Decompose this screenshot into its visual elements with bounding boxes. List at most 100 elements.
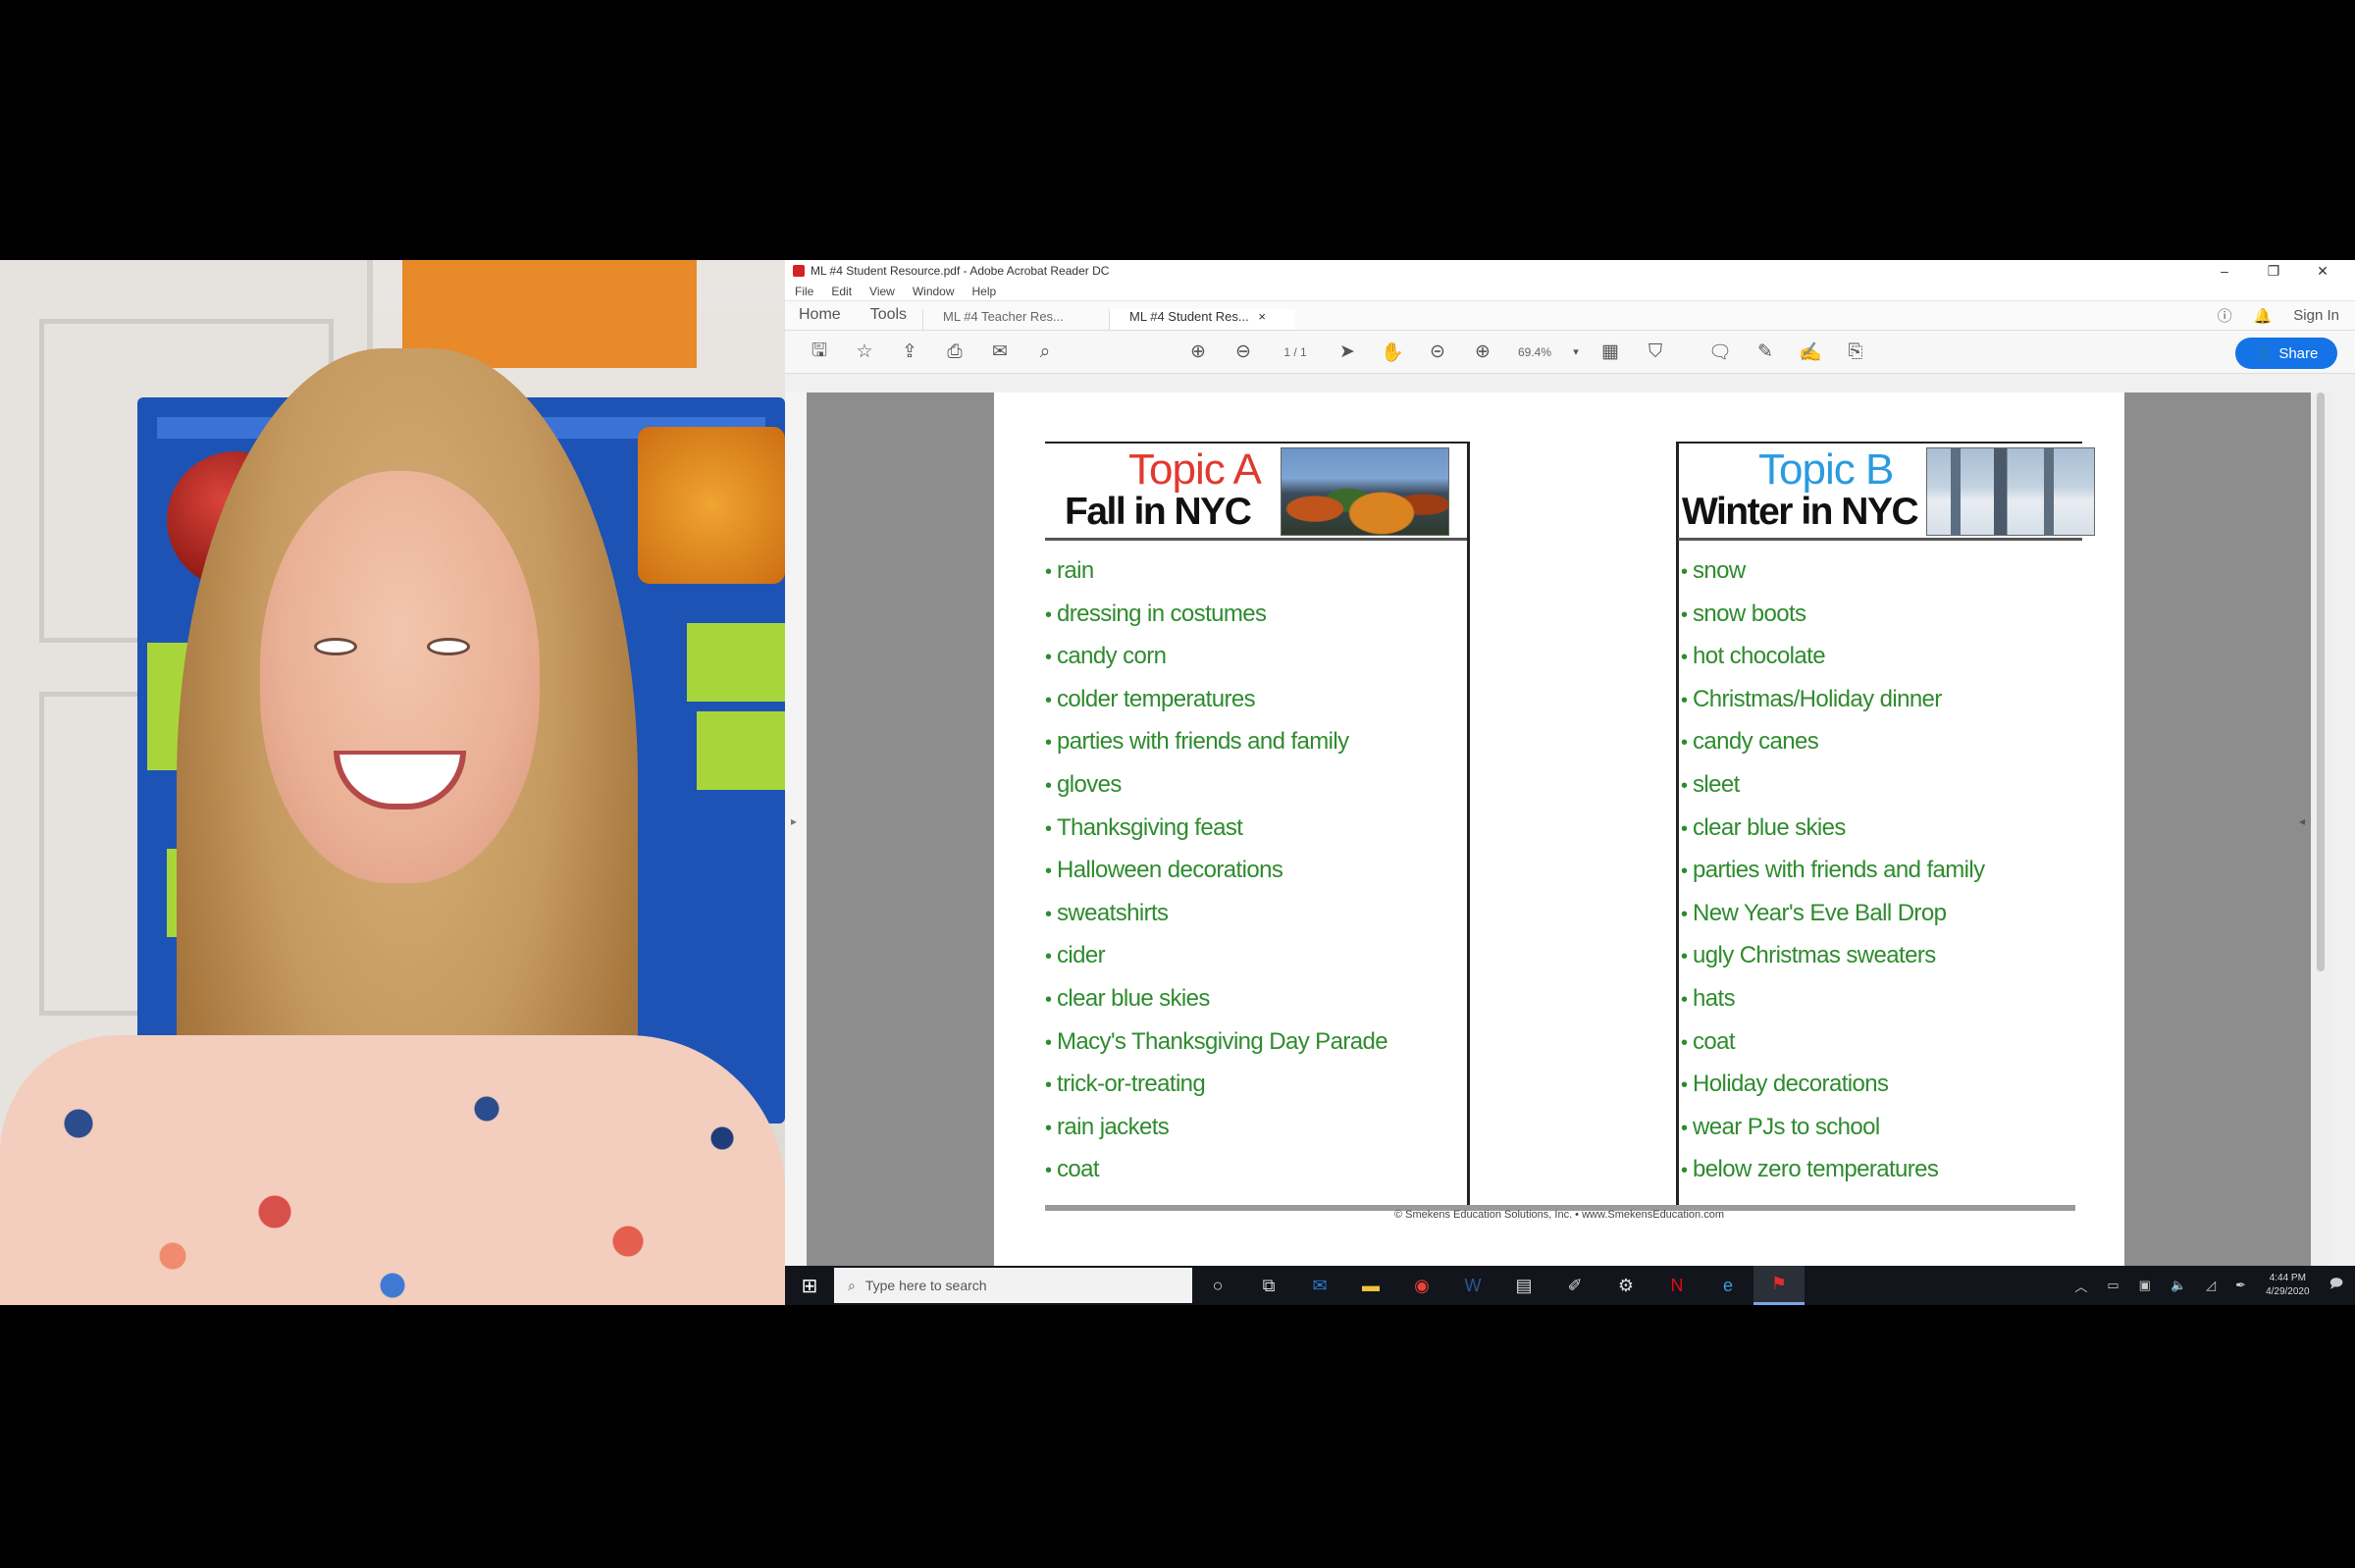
orange-card (638, 427, 785, 584)
close-button[interactable]: ✕ (2298, 263, 2347, 280)
zoom-out-icon[interactable]: ⊝ (1415, 340, 1460, 363)
restore-button[interactable]: ❐ (2249, 263, 2298, 280)
help-icon[interactable]: ⓘ (2218, 305, 2232, 326)
calculator-icon[interactable]: ▤ (1498, 1266, 1549, 1305)
winter-list-item: • Christmas/Holiday dinner (1681, 680, 1985, 723)
list-bullet: • (1045, 946, 1052, 968)
fall-list-item: • trick-or-treating (1045, 1065, 1387, 1108)
winter-list-item: • coat (1681, 1022, 1985, 1066)
volume-icon[interactable]: 🔈 (2171, 1278, 2186, 1293)
taskbar-search-box[interactable]: ⌕ Type here to search (834, 1268, 1192, 1303)
hand-tool-icon[interactable]: ✋ (1370, 340, 1415, 364)
fall-list-item-text: Macy's Thanksgiving Day Parade (1057, 1027, 1388, 1055)
zoom-level[interactable]: 69.4% (1505, 345, 1564, 359)
highlight-marker-icon[interactable]: ⛉ (1633, 341, 1678, 363)
expand-right-panel-icon[interactable]: ◂ (2299, 814, 2305, 828)
menu-window[interactable]: Window (913, 285, 955, 298)
edge-browser-icon[interactable]: e (1702, 1266, 1753, 1305)
tab-close-icon[interactable]: × (1258, 309, 1266, 324)
zoom-search-icon[interactable]: ⌕ (1022, 341, 1068, 363)
upload-cloud-icon[interactable]: ⇪ (887, 340, 932, 363)
notifications-bell-icon[interactable]: 🔔 (2254, 307, 2273, 325)
tab-home[interactable]: Home (785, 306, 857, 330)
list-bullet: • (1045, 1031, 1052, 1054)
menu-file[interactable]: File (795, 285, 813, 298)
webcam-tray-icon[interactable]: ▣ (2139, 1278, 2151, 1293)
winter-list-item: • hats (1681, 979, 1985, 1022)
fall-list-item-text: parties with friends and family (1057, 728, 1349, 756)
share-button[interactable]: 👤 Share (2235, 338, 2337, 369)
list-bullet: • (1681, 988, 1688, 1011)
vertical-scrollbar[interactable] (2311, 392, 2330, 1266)
start-windows-icon[interactable]: ⊞ (785, 1266, 834, 1305)
network-icon[interactable]: ◿ (2206, 1278, 2216, 1293)
list-bullet: • (1045, 603, 1052, 626)
fall-list-item: • candy corn (1045, 637, 1387, 680)
outlook-app-icon[interactable]: ✉ (1294, 1266, 1345, 1305)
action-center-icon[interactable]: 🗩 (2329, 1275, 2343, 1296)
menu-edit[interactable]: Edit (831, 285, 852, 298)
zoom-in-icon[interactable]: ⊕ (1460, 340, 1505, 363)
pen-tray-icon[interactable]: ✒ (2235, 1278, 2246, 1293)
pencil-icon[interactable]: ✎ (1743, 340, 1788, 363)
clock-date: 4/29/2020 (2266, 1286, 2310, 1297)
page-up-icon[interactable]: ⊕ (1176, 340, 1221, 363)
list-bullet: • (1045, 817, 1052, 840)
fall-list-item: • colder temperatures (1045, 680, 1387, 723)
tab-student-resource-label: ML #4 Student Res... (1129, 309, 1249, 324)
save-icon[interactable]: 🖫 (797, 337, 842, 368)
fall-list-item: • gloves (1045, 765, 1387, 809)
bookmark-star-icon[interactable]: ☆ (842, 340, 887, 363)
acrobat-window: ML #4 Student Resource.pdf - Adobe Acrob… (785, 260, 2355, 1305)
page-down-icon[interactable]: ⊖ (1221, 340, 1266, 363)
zoom-dropdown-icon[interactable]: ▾ (1564, 345, 1588, 358)
fall-list-item: • cider (1045, 936, 1387, 979)
header-rule (1045, 538, 1467, 541)
page-indicator[interactable]: 1 / 1 (1266, 345, 1325, 359)
select-cursor-icon[interactable]: ➤ (1325, 340, 1370, 363)
battery-icon[interactable]: ▭ (2107, 1278, 2119, 1293)
topic-a-label: Topic A (1128, 445, 1262, 494)
minimize-button[interactable]: – (2200, 263, 2249, 279)
fall-list-item-text: gloves (1057, 770, 1122, 798)
email-icon[interactable]: ✉ (977, 340, 1022, 363)
paint-app-icon[interactable]: ✐ (1549, 1266, 1600, 1305)
file-explorer-icon[interactable]: ▬ (1345, 1266, 1396, 1305)
winter-list-item: • parties with friends and family (1681, 851, 1985, 894)
chrome-browser-icon[interactable]: ◉ (1396, 1266, 1447, 1305)
sign-in-link[interactable]: Sign In (2293, 307, 2339, 324)
menu-help[interactable]: Help (972, 285, 997, 298)
comment-icon[interactable]: 🗨 (1698, 340, 1743, 364)
list-bullet: • (1045, 689, 1052, 711)
menu-view[interactable]: View (869, 285, 895, 298)
page-view-icon[interactable]: ▦ (1588, 340, 1633, 363)
winter-list: • snow • snow boots • hot chocolate • Christmas… (1681, 551, 1985, 1193)
netflix-app-icon[interactable]: N (1651, 1266, 1702, 1305)
task-view-icon[interactable]: ⧉ (1243, 1266, 1294, 1305)
document-area[interactable]: ▸ Topic A Fall in NYC Topic B Winter in … (785, 392, 2330, 1266)
tab-student-resource[interactable]: ML #4 Student Res... × (1109, 309, 1296, 330)
topic-b-header: Topic B Winter in NYC (1678, 445, 2095, 536)
share-link-icon[interactable]: ⎘ (1833, 341, 1878, 363)
fall-list-item: • Halloween decorations (1045, 851, 1387, 894)
title-bar: ML #4 Student Resource.pdf - Adobe Acrob… (785, 260, 2355, 282)
taskbar-clock[interactable]: 4:44 PM 4/29/2020 (2266, 1272, 2310, 1299)
menu-bar: File Edit View Window Help (785, 282, 2355, 301)
word-app-icon[interactable]: W (1447, 1266, 1498, 1305)
sign-icon[interactable]: ✍ (1788, 340, 1833, 364)
fall-list-item-text: Thanksgiving feast (1057, 813, 1243, 841)
expand-left-panel-icon[interactable]: ▸ (791, 814, 797, 828)
chart-divider-left (1467, 442, 1470, 1210)
fall-list-item: • rain jackets (1045, 1108, 1387, 1151)
toolbar: 🖫 ☆ ⇪ ⎙ ✉ ⌕ ⊕ ⊖ 1 / 1 ➤ ✋ ⊝ ⊕ 69.4% ▾ ▦ … (785, 331, 2355, 374)
tab-tools[interactable]: Tools (857, 306, 922, 330)
acrobat-taskbar-icon[interactable]: ⚑ (1753, 1266, 1805, 1305)
scrollbar-thumb[interactable] (2317, 392, 2325, 971)
show-hidden-icons-chevron-icon[interactable]: ︿ (2074, 1277, 2087, 1295)
tab-teacher-resource[interactable]: ML #4 Teacher Res... (922, 309, 1109, 330)
settings-app-icon[interactable]: ⚙ (1600, 1266, 1651, 1305)
print-icon[interactable]: ⎙ (932, 341, 977, 363)
cortana-circle-icon[interactable]: ○ (1192, 1266, 1243, 1305)
winter-list-item-text: candy canes (1693, 728, 1819, 756)
list-bullet: • (1045, 561, 1052, 583)
